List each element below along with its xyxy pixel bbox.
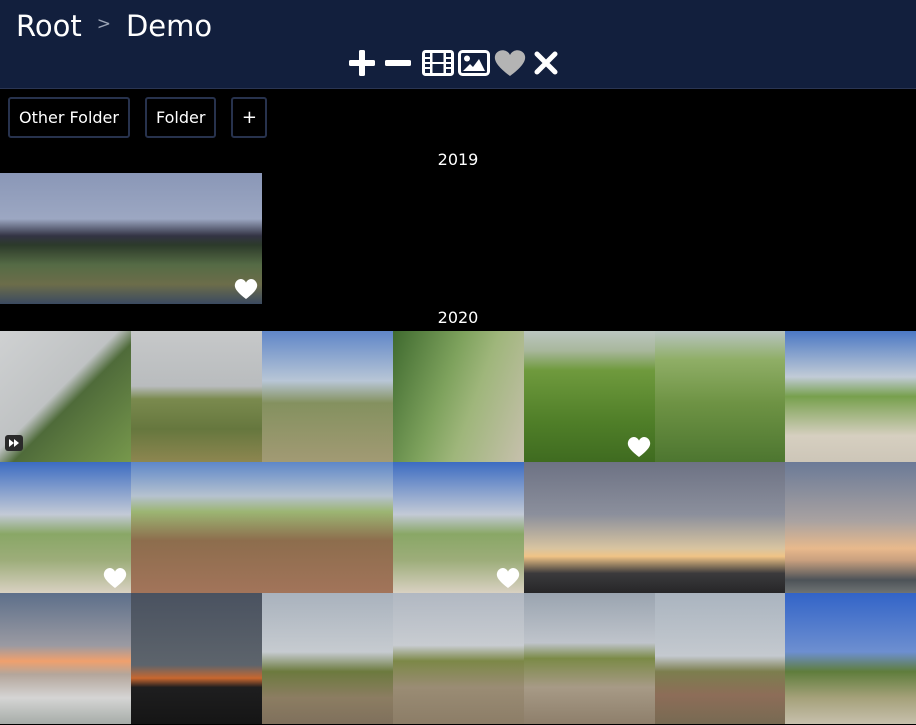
photo-thumbnail[interactable]: [131, 331, 262, 462]
favorite-heart-icon: [103, 567, 127, 589]
photo-thumbnail[interactable]: [0, 331, 131, 462]
filter-favorites-button[interactable]: [492, 44, 528, 82]
photo-thumbnail[interactable]: [785, 593, 916, 724]
photo-thumbnail[interactable]: [393, 593, 524, 724]
folder-button-folder[interactable]: Folder: [144, 97, 217, 138]
photo-thumbnail[interactable]: [262, 331, 393, 462]
breadcrumb-separator: >: [96, 14, 111, 34]
photo-thumbnail[interactable]: [524, 462, 655, 593]
breadcrumb-root[interactable]: Root: [16, 8, 82, 44]
favorite-heart-icon: [496, 567, 520, 589]
photo-thumbnail[interactable]: [131, 593, 262, 724]
favorite-heart-icon: [234, 278, 258, 300]
toolbar: [344, 44, 564, 82]
minus-icon: [385, 60, 411, 66]
photo-thumbnail[interactable]: [785, 331, 916, 462]
filter-images-button[interactable]: [456, 44, 492, 82]
photo-thumbnail[interactable]: [131, 462, 262, 593]
filter-videos-button[interactable]: [420, 44, 456, 82]
plus-icon: [349, 50, 375, 76]
close-icon: [534, 51, 558, 75]
year-heading-2019: 2019: [437, 150, 479, 169]
film-icon: [422, 50, 454, 76]
photo-thumbnail[interactable]: [393, 331, 524, 462]
image-icon: [458, 50, 490, 76]
breadcrumb-current: Demo: [125, 9, 213, 43]
zoom-out-button[interactable]: [380, 44, 416, 82]
photo-thumbnail[interactable]: [0, 173, 131, 304]
photo-thumbnail[interactable]: [393, 462, 524, 593]
photo-thumbnail[interactable]: [655, 331, 786, 462]
photo-thumbnail[interactable]: [262, 462, 393, 593]
photo-thumbnail[interactable]: [0, 593, 131, 724]
video-play-icon: [5, 435, 23, 451]
breadcrumb: Root > Demo: [16, 8, 212, 44]
add-folder-button[interactable]: +: [231, 97, 268, 138]
photo-thumbnail[interactable]: [524, 331, 655, 462]
year-heading-2020: 2020: [437, 308, 479, 327]
photo-thumbnail[interactable]: [524, 593, 655, 724]
clear-filter-button[interactable]: [528, 44, 564, 82]
photo-thumbnail[interactable]: [131, 173, 262, 304]
photo-thumbnail[interactable]: [785, 462, 916, 593]
photo-thumbnail[interactable]: [0, 462, 131, 593]
favorite-heart-icon: [627, 436, 651, 458]
heart-icon: [494, 50, 526, 76]
photo-thumbnail[interactable]: [262, 593, 393, 724]
folder-list: Other Folder Folder +: [8, 97, 282, 138]
folder-button-other-folder[interactable]: Other Folder: [8, 97, 130, 138]
photo-thumbnail[interactable]: [655, 593, 786, 724]
zoom-in-button[interactable]: [344, 44, 380, 82]
app-header: Root > Demo: [0, 0, 916, 89]
photo-thumbnail[interactable]: [655, 462, 786, 593]
